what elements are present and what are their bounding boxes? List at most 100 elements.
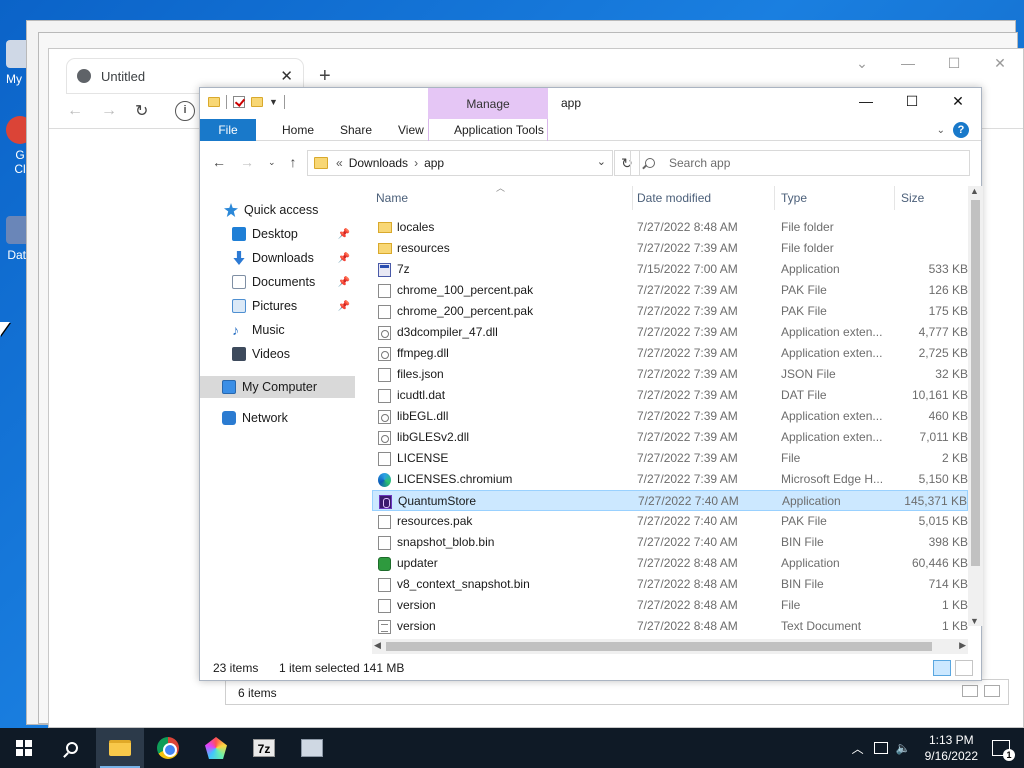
back-arrow-icon[interactable]: ← bbox=[67, 102, 83, 120]
clock[interactable]: 1:13 PM 9/16/2022 bbox=[925, 732, 978, 764]
file-row[interactable]: version 7/27/2022 8:48 AM Text Document 1 K… bbox=[372, 616, 968, 637]
pin-icon[interactable]: 📌 bbox=[338, 229, 350, 240]
file-row[interactable]: resources.pak 7/27/2022 7:40 AM PAK File 5,… bbox=[372, 511, 968, 532]
maximize-button[interactable]: ☐ bbox=[889, 88, 935, 116]
scrollbar-thumb[interactable] bbox=[971, 200, 980, 566]
minimize-button[interactable]: — bbox=[843, 88, 889, 116]
tab-view[interactable]: View bbox=[386, 119, 436, 141]
column-header-name[interactable]: Name bbox=[376, 186, 408, 210]
file-row[interactable]: 7z 7/15/2022 7:00 AM Application 533 KB bbox=[372, 259, 968, 280]
file-row[interactable]: QuantumStore 7/27/2022 7:40 AM Application… bbox=[372, 490, 968, 511]
scroll-right-icon[interactable]: ▶ bbox=[959, 640, 966, 651]
taskbar-chrome[interactable] bbox=[144, 728, 192, 768]
sidebar-item-desktop[interactable]: Desktop 📌 bbox=[232, 223, 350, 245]
file-row[interactable]: resources 7/27/2022 7:39 AM File folder bbox=[372, 238, 968, 259]
action-center-icon[interactable]: 1 bbox=[992, 740, 1015, 761]
scrollbar-thumb[interactable] bbox=[386, 642, 932, 651]
horizontal-scrollbar[interactable]: ◀ ▶ bbox=[372, 639, 968, 654]
vertical-scrollbar[interactable]: ▲ ▼ bbox=[968, 186, 983, 626]
address-dropdown-icon[interactable]: ⌄ bbox=[597, 155, 606, 168]
up-arrow-icon[interactable]: ↑ bbox=[290, 154, 297, 170]
column-header-type[interactable]: Type bbox=[781, 186, 807, 210]
details-view-button[interactable] bbox=[933, 660, 951, 676]
manage-context-tab[interactable]: Manage bbox=[428, 88, 548, 119]
file-row[interactable]: files.json 7/27/2022 7:39 AM JSON File 32 K… bbox=[372, 364, 968, 385]
close-button[interactable]: ✕ bbox=[977, 55, 1023, 72]
minimize-button[interactable]: — bbox=[885, 55, 931, 72]
address-bar[interactable]: « Downloads › app ⌄ bbox=[307, 150, 613, 176]
scroll-left-icon[interactable]: ◀ bbox=[374, 640, 381, 651]
details-view-icon[interactable] bbox=[962, 685, 978, 697]
pin-icon[interactable]: 📌 bbox=[338, 301, 350, 312]
sidebar-item-quick-access[interactable]: Quick access bbox=[224, 199, 318, 221]
file-size: 5,150 KB bbox=[918, 472, 968, 486]
forward-arrow-icon[interactable]: → bbox=[101, 102, 117, 120]
maximize-button[interactable]: ☐ bbox=[931, 55, 977, 72]
volume-icon[interactable]: 🔈 bbox=[896, 741, 911, 755]
reload-icon[interactable]: ↻ bbox=[135, 101, 148, 121]
forward-arrow-icon[interactable]: → bbox=[240, 154, 254, 170]
new-folder-icon[interactable] bbox=[251, 97, 263, 107]
file-row[interactable]: LICENSES.chromium 7/27/2022 7:39 AM Micros… bbox=[372, 469, 968, 490]
file-row[interactable]: libEGL.dll 7/27/2022 7:39 AM Application e… bbox=[372, 406, 968, 427]
help-icon[interactable]: ? bbox=[953, 122, 969, 138]
sidebar-item-documents[interactable]: Documents 📌 bbox=[232, 271, 350, 293]
tab-home[interactable]: Home bbox=[270, 119, 326, 141]
file-row[interactable]: chrome_100_percent.pak 7/27/2022 7:39 AM P… bbox=[372, 280, 968, 301]
file-size: 5,015 KB bbox=[918, 514, 968, 528]
file-row[interactable]: LICENSE 7/27/2022 7:39 AM File 2 KB bbox=[372, 448, 968, 469]
close-button[interactable]: ✕ bbox=[935, 88, 981, 116]
network-status-icon[interactable] bbox=[873, 742, 888, 754]
sidebar-item-my-computer[interactable]: My Computer bbox=[200, 376, 355, 398]
scroll-up-icon[interactable]: ▲ bbox=[970, 186, 979, 196]
tab-close-button[interactable]: ✕ bbox=[280, 67, 293, 85]
column-header-date-modified[interactable]: Date modified bbox=[637, 186, 711, 210]
file-row[interactable]: ffmpeg.dll 7/27/2022 7:39 AM Application e… bbox=[372, 343, 968, 364]
taskbar-paint[interactable] bbox=[192, 728, 240, 768]
pin-icon[interactable]: 📌 bbox=[338, 253, 350, 264]
file-row[interactable]: libGLESv2.dll 7/27/2022 7:39 AM Applicatio… bbox=[372, 427, 968, 448]
recent-locations-chevron-icon[interactable]: ⌄ bbox=[268, 157, 276, 168]
taskbar-network-app[interactable] bbox=[288, 728, 336, 768]
tab-file[interactable]: File bbox=[200, 119, 256, 141]
show-hidden-icons-chevron-icon[interactable]: ︿ bbox=[852, 740, 864, 757]
expand-ribbon-chevron-icon[interactable]: ⌄ bbox=[937, 125, 945, 136]
file-row[interactable]: icudtl.dat 7/27/2022 7:39 AM DAT File 10,16… bbox=[372, 385, 968, 406]
properties-icon[interactable] bbox=[233, 96, 245, 108]
pin-icon[interactable]: 📌 bbox=[338, 277, 350, 288]
breadcrumb-downloads[interactable]: Downloads bbox=[349, 156, 408, 170]
search-box[interactable]: Search app bbox=[630, 150, 970, 176]
column-header-size[interactable]: Size bbox=[901, 186, 924, 210]
info-icon[interactable]: i bbox=[175, 101, 195, 121]
back-arrow-icon[interactable]: ← bbox=[212, 154, 226, 170]
file-name: ffmpeg.dll bbox=[397, 346, 449, 360]
taskbar-file-explorer[interactable] bbox=[96, 728, 144, 768]
file-row[interactable]: chrome_200_percent.pak 7/27/2022 7:39 AM P… bbox=[372, 301, 968, 322]
sidebar-item-downloads[interactable]: Downloads 📌 bbox=[232, 247, 350, 269]
customize-toolbar-dropdown[interactable]: ▼ bbox=[269, 97, 278, 107]
sidebar-item-network[interactable]: Network bbox=[222, 407, 288, 429]
sidebar-item-videos[interactable]: Videos bbox=[232, 343, 290, 365]
taskbar-7zip[interactable]: 7z bbox=[240, 728, 288, 768]
page-file-icon bbox=[378, 599, 391, 613]
new-tab-button[interactable]: + bbox=[319, 65, 331, 88]
file-row[interactable]: updater 7/27/2022 8:48 AM Application 60,44… bbox=[372, 553, 968, 574]
taskbar-search-button[interactable] bbox=[48, 728, 96, 768]
file-row[interactable]: version 7/27/2022 8:48 AM File 1 KB bbox=[372, 595, 968, 616]
sidebar-item-music[interactable]: ♪ Music bbox=[232, 319, 285, 341]
file-row[interactable]: v8_context_snapshot.bin 7/27/2022 8:48 AM… bbox=[372, 574, 968, 595]
start-button[interactable] bbox=[0, 728, 48, 768]
file-row[interactable]: snapshot_blob.bin 7/27/2022 7:40 AM BIN Fi… bbox=[372, 532, 968, 553]
scroll-down-icon[interactable]: ▼ bbox=[970, 616, 979, 626]
file-size: 126 KB bbox=[928, 283, 968, 297]
sidebar-item-pictures[interactable]: Pictures 📌 bbox=[232, 295, 350, 317]
file-row[interactable]: locales 7/27/2022 8:48 AM File folder bbox=[372, 217, 968, 238]
address-overflow[interactable]: « bbox=[336, 156, 343, 170]
breadcrumb-app[interactable]: app bbox=[424, 156, 444, 170]
tab-search-button[interactable]: ⌄ bbox=[839, 55, 885, 72]
tab-application-tools[interactable]: Application Tools bbox=[442, 119, 556, 141]
large-icons-view-button[interactable] bbox=[955, 660, 973, 676]
tab-share[interactable]: Share bbox=[328, 119, 384, 141]
large-icons-view-icon[interactable] bbox=[984, 685, 1000, 697]
file-row[interactable]: d3dcompiler_47.dll 7/27/2022 7:39 AM Appli… bbox=[372, 322, 968, 343]
